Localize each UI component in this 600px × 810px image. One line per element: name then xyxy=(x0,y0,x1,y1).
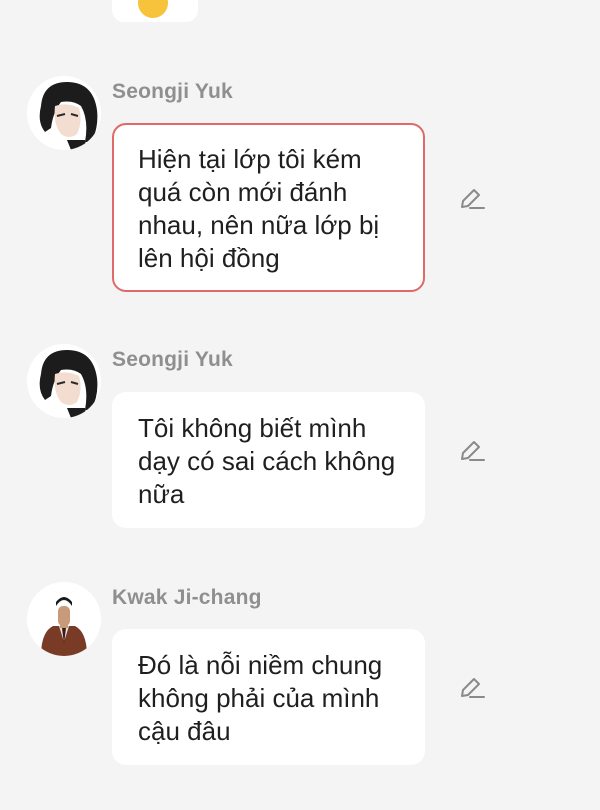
message-text: Tôi không biết mình dạy có sai cách khôn… xyxy=(138,413,396,509)
message-bubble[interactable]: Tôi không biết mình dạy có sai cách khôn… xyxy=(112,392,425,528)
message-text: Hiện tại lớp tôi kém quá còn mới đánh nh… xyxy=(138,144,380,273)
sender-name: Seongji Yuk xyxy=(112,80,233,103)
chat-thread: Seongji Yuk Hiện tại lớp tôi kém quá còn… xyxy=(0,0,600,810)
previous-message-bubble[interactable] xyxy=(112,0,198,22)
emoji-sticker-icon xyxy=(138,0,168,18)
sender-name: Seongji Yuk xyxy=(112,348,233,371)
message-text: Đó là nỗi niềm chung không phải của mình… xyxy=(138,650,383,746)
sender-name: Kwak Ji-chang xyxy=(112,586,262,609)
kwak-avatar[interactable] xyxy=(27,582,101,656)
seongji-avatar[interactable] xyxy=(27,344,101,418)
edit-icon[interactable] xyxy=(458,439,486,463)
seongji-avatar[interactable] xyxy=(27,76,101,150)
edit-icon[interactable] xyxy=(458,676,486,700)
edit-icon[interactable] xyxy=(458,187,486,211)
message-bubble[interactable]: Hiện tại lớp tôi kém quá còn mới đánh nh… xyxy=(112,123,425,292)
message-bubble[interactable]: Đó là nỗi niềm chung không phải của mình… xyxy=(112,629,425,765)
